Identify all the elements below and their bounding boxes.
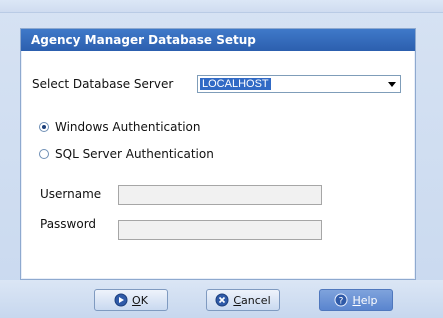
sql-auth-label[interactable]: SQL Server Authentication bbox=[55, 147, 214, 161]
server-label: Select Database Server bbox=[32, 77, 174, 91]
username-label: Username bbox=[40, 187, 102, 201]
help-circle-icon: ? bbox=[334, 293, 348, 307]
database-server-select[interactable]: LOCALHOST bbox=[197, 75, 401, 93]
panel-title: Agency Manager Database Setup bbox=[21, 29, 415, 51]
svg-text:?: ? bbox=[339, 297, 344, 307]
window-top-bar bbox=[0, 0, 443, 13]
cancel-label: Cancel bbox=[233, 293, 271, 307]
cancel-circle-icon bbox=[215, 293, 229, 307]
setup-panel: Agency Manager Database Setup Select Dat… bbox=[20, 28, 416, 280]
windows-auth-radio[interactable] bbox=[39, 122, 49, 132]
username-field[interactable] bbox=[118, 185, 322, 205]
password-field[interactable] bbox=[118, 220, 322, 240]
setup-dialog: Agency Manager Database Setup Select Dat… bbox=[0, 0, 443, 318]
ok-button[interactable]: OK bbox=[94, 289, 168, 311]
help-label: Help bbox=[352, 293, 378, 307]
help-button[interactable]: ? Help bbox=[319, 289, 393, 311]
database-server-value: LOCALHOST bbox=[200, 78, 271, 90]
chevron-down-icon[interactable] bbox=[384, 76, 400, 92]
windows-auth-label[interactable]: Windows Authentication bbox=[55, 120, 200, 134]
play-circle-icon bbox=[114, 293, 128, 307]
sql-auth-radio[interactable] bbox=[39, 149, 49, 159]
cancel-button[interactable]: Cancel bbox=[206, 289, 280, 311]
password-label: Password bbox=[40, 217, 97, 231]
ok-label: OK bbox=[132, 293, 148, 307]
